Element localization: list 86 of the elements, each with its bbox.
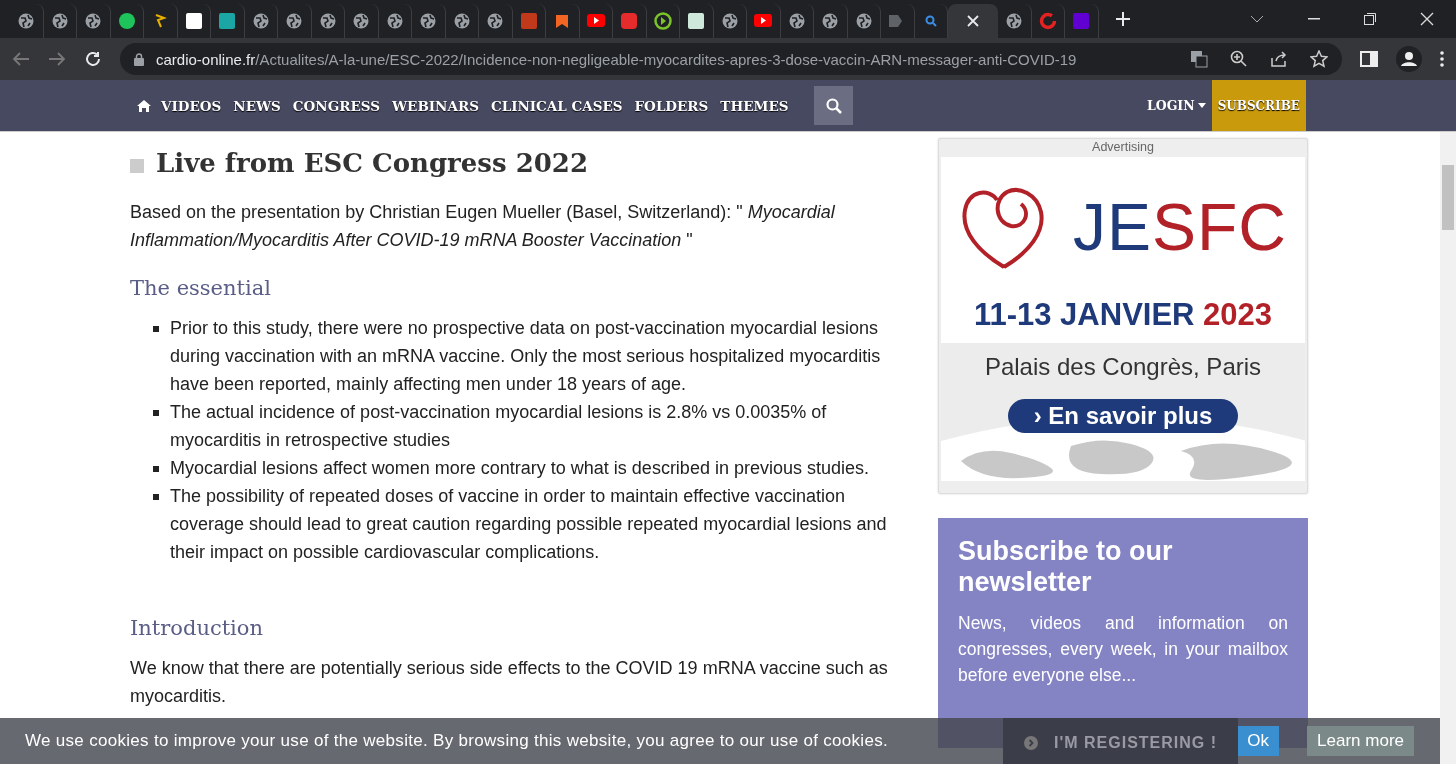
bullet-marker <box>153 494 159 500</box>
globe-icon <box>453 13 470 29</box>
ad-label: Advertising <box>1091 140 1155 156</box>
article-heading: Live from ESC Congress 2022 <box>156 148 589 178</box>
square-icon <box>219 13 236 29</box>
plus-icon[interactable] <box>1114 11 1131 27</box>
globe-icon <box>286 13 303 29</box>
back-icon[interactable] <box>12 51 30 67</box>
globe-icon <box>855 13 872 29</box>
restore-icon[interactable] <box>1364 13 1376 25</box>
learn-more-button[interactable]: › En savoir plus <box>1007 399 1239 433</box>
bullet-text: Myocardial lesions affect women more contrary to what is described in previous studies. <box>170 458 869 478</box>
learn-more-button[interactable]: Learn more <box>1307 726 1414 756</box>
square-icon <box>520 13 537 29</box>
translate-icon[interactable] <box>1190 50 1208 68</box>
caret-icon <box>1197 103 1206 108</box>
register-button[interactable]: I'M REGISTERING ! <box>1003 718 1238 764</box>
section-heading: The essential <box>130 276 272 300</box>
globe-icon <box>788 13 805 29</box>
globe-icon <box>721 13 738 29</box>
bullet-marker <box>153 410 159 416</box>
arrow-circle-icon <box>1024 736 1038 750</box>
play-icon <box>586 14 605 28</box>
bullet-marker <box>153 326 159 332</box>
profile-icon[interactable] <box>1396 46 1422 72</box>
globe-icon <box>319 13 336 29</box>
globe-icon <box>420 13 437 29</box>
nav-link[interactable]: CONGRESS <box>292 97 380 114</box>
lock-icon <box>134 52 144 66</box>
search-icon <box>825 97 842 114</box>
square-icon <box>1073 13 1090 29</box>
intro-text: Based on the presentation by Christian Eugen Mueller (Basel, Switzerland): " Myocardial Inflammation/Myocarditis After COVID-19 mRNA Booster Vaccination " <box>130 201 836 252</box>
globe-icon <box>51 13 68 29</box>
minimize-icon[interactable] <box>1308 18 1320 20</box>
star-icon[interactable] <box>1310 50 1328 68</box>
newsletter-text: News, videos and information on congresses, every week, in your mailbox before everyone else... <box>958 612 1288 687</box>
nav-link[interactable]: NEWS <box>233 97 281 114</box>
chevron-down-icon[interactable] <box>1250 15 1264 23</box>
bullet-text: The possibility of repeated doses of vaccine in order to maintain effective vaccination coverage should lead to great caution regarding possible repeated myocardial lesions and their impact on possible cardiovascular complications. <box>170 486 887 562</box>
scroll-thumb[interactable] <box>1442 165 1454 230</box>
globe-icon <box>18 13 35 29</box>
heading-marker <box>130 159 144 173</box>
reload-icon[interactable] <box>84 50 102 68</box>
bullet-text: Prior to this study, there were no prospective data on post-vaccination myocardial lesions during vaccination with an mRNA vaccine. Only the most serious hospitalized myocarditis have been reported, mainly affecting men under 18 years of age. <box>170 318 881 394</box>
square-icon <box>688 13 705 29</box>
globe-icon <box>487 13 504 29</box>
address-field[interactable]: cardio-online.fr/Actualites/A-la-une/ESC-2022/Incidence-non-negligeable-myocardites-apres-3-dose-vaccin-ARN-messager-anti-COVID-19 <box>120 43 1342 75</box>
event-dates: 11-13 JANVIER 2023 <box>973 297 1273 333</box>
globe-icon <box>252 13 269 29</box>
close-icon[interactable] <box>967 15 979 27</box>
globe-icon <box>822 13 839 29</box>
login-link[interactable]: LOGIN <box>1147 98 1206 113</box>
search-button[interactable] <box>814 86 854 125</box>
brand-name: JESFC <box>1073 189 1287 265</box>
search-icon <box>924 15 937 27</box>
newsletter-title: Subscribe to our newsletter <box>958 536 1174 598</box>
venue-text: Palais des Congrès, Paris <box>984 353 1262 381</box>
scrollbar[interactable] <box>1440 132 1456 764</box>
nav-link[interactable]: THEMES <box>720 97 789 114</box>
paragraph: We know that there are potentially serious side effects to the COVID 19 mRNA vaccine such as myocarditis. <box>130 657 889 708</box>
browser-tab[interactable] <box>948 4 998 38</box>
home-icon[interactable] <box>137 99 151 112</box>
play-icon <box>653 12 672 30</box>
section-heading: Introduction <box>130 616 264 640</box>
side-panel-icon[interactable] <box>1360 51 1378 67</box>
bullet-marker <box>153 466 159 472</box>
bullet-text: The actual incidence of post-vaccination myocardial lesions is 2.8% vs 0.0035% of myocarditis in retrospective studies <box>170 402 827 450</box>
zoom-icon[interactable] <box>1230 50 1248 68</box>
globe-icon <box>353 13 370 29</box>
globe-icon <box>85 13 102 29</box>
globe-icon <box>1006 13 1023 29</box>
square-icon <box>185 13 202 29</box>
nav-link[interactable]: FOLDERS <box>634 97 709 114</box>
nav-link[interactable]: WEBINARS <box>391 97 479 114</box>
bookmark-icon <box>554 13 571 29</box>
close-icon[interactable] <box>1420 12 1434 26</box>
globe-icon <box>386 13 403 29</box>
nav-link[interactable]: CLINICAL CASES <box>490 97 623 114</box>
share-icon[interactable] <box>1270 50 1288 68</box>
menu-icon[interactable] <box>1440 51 1444 67</box>
nav-link[interactable]: VIDEOS <box>161 97 222 114</box>
play-icon <box>754 14 773 28</box>
forward-icon[interactable] <box>48 51 66 67</box>
square-icon <box>621 13 638 29</box>
cookie-text: We use cookies to improve your use of the website. By browsing this website, you agree to our use of cookies. <box>25 731 888 751</box>
ring-icon <box>1038 12 1057 30</box>
